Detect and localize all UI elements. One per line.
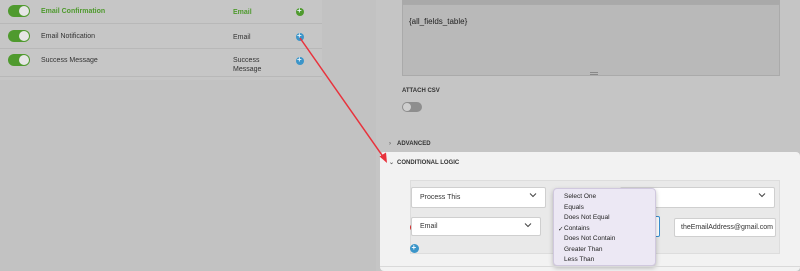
option-label: Less Than: [564, 256, 595, 263]
operator-option[interactable]: Greater Than: [554, 245, 657, 256]
add-icon[interactable]: [296, 31, 304, 41]
option-label: Greater Than: [564, 245, 603, 253]
notification-name: Success Message: [41, 57, 98, 64]
operator-option-selected[interactable]: ✓ Contains: [554, 224, 657, 235]
conditional-logic-label: CONDITIONAL LOGIC: [397, 160, 460, 166]
conditional-logic-header[interactable]: ⌄ CONDITIONAL LOGIC: [380, 152, 800, 166]
message-editor[interactable]: {all_fields_table}: [402, 4, 780, 76]
notification-name: Email Notification: [41, 33, 96, 40]
notification-toggle[interactable]: [8, 5, 30, 17]
divider: [380, 266, 800, 267]
notification-row[interactable]: Email Confirmation Email: [0, 0, 322, 24]
add-icon[interactable]: [296, 55, 304, 65]
option-label: Does Not Contain: [564, 235, 616, 242]
notifications-list: Email Confirmation Email Email Notificat…: [0, 0, 322, 80]
toggle-knob: [19, 55, 29, 65]
notification-toggle[interactable]: [8, 30, 30, 42]
notification-type: Email: [233, 9, 252, 16]
notification-name: Email Confirmation: [41, 8, 106, 15]
notification-type-line2: Message: [233, 66, 262, 73]
operator-dropdown-menu[interactable]: Select One Equals Does Not Equal ✓ Contai…: [553, 188, 656, 266]
option-label: Equals: [564, 203, 584, 211]
advanced-label: ADVANCED: [397, 141, 431, 147]
chevron-down-icon: [529, 191, 537, 199]
toggle-knob: [19, 31, 29, 41]
toggle-knob: [403, 103, 411, 111]
operator-option[interactable]: Does Not Contain: [554, 234, 657, 245]
process-select-value: Process This: [420, 194, 461, 201]
option-label: Select One: [564, 193, 597, 200]
operator-option[interactable]: Does Not Equal: [554, 213, 657, 224]
notification-row[interactable]: Success Message Success Message: [0, 49, 322, 77]
chevron-down-icon: ⌄: [389, 160, 395, 166]
chevron-right-icon: ›: [389, 141, 391, 147]
option-label: Contains: [564, 224, 590, 232]
operator-option[interactable]: Less Than: [554, 255, 657, 266]
operator-option[interactable]: Equals: [554, 203, 657, 214]
add-condition-icon[interactable]: [410, 243, 419, 253]
attach-csv-toggle[interactable]: [402, 102, 422, 112]
resize-grip-icon[interactable]: [590, 72, 598, 75]
field-select-value: Email: [420, 223, 438, 230]
operator-option[interactable]: Select One: [554, 192, 657, 203]
condition-value-input[interactable]: theEmailAddress@gmail.com: [674, 218, 776, 237]
field-select[interactable]: Email: [411, 217, 541, 236]
option-label: Does Not Equal: [564, 214, 610, 221]
attach-csv-label: ATTACH CSV: [402, 88, 440, 94]
process-select[interactable]: Process This: [411, 187, 546, 208]
toggle-knob: [19, 6, 29, 16]
condition-value-text: theEmailAddress@gmail.com: [681, 224, 773, 231]
editor-content: {all_fields_table}: [409, 17, 468, 26]
notification-type: Email: [233, 34, 251, 41]
chevron-down-icon: [758, 191, 766, 199]
notification-type: Success Message: [233, 56, 261, 74]
add-icon[interactable]: [296, 6, 304, 16]
notification-row[interactable]: Email Notification Email: [0, 25, 322, 49]
advanced-section-header[interactable]: › ADVANCED: [389, 141, 431, 147]
notification-type-line1: Success: [233, 57, 260, 64]
chevron-down-icon: [524, 221, 532, 229]
notification-toggle[interactable]: [8, 54, 30, 66]
